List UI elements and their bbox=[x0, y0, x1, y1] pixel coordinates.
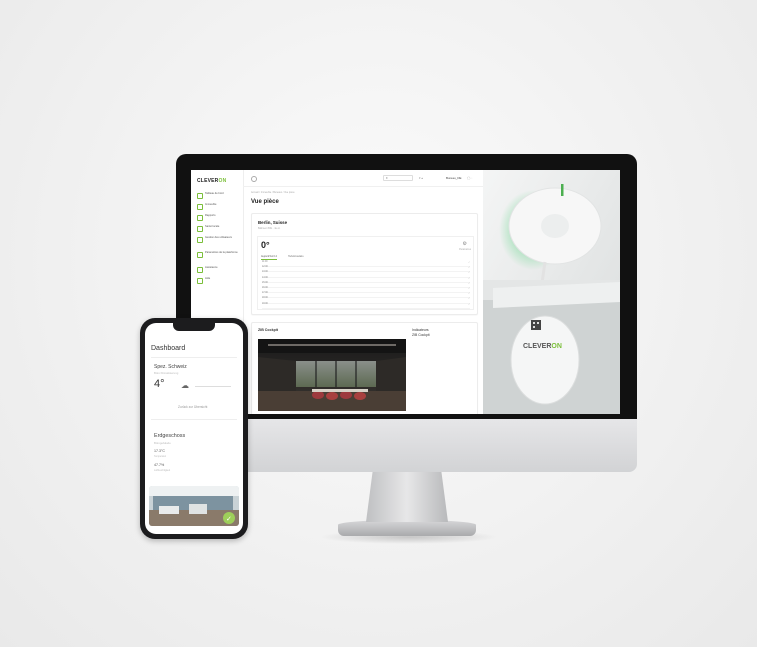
room-name: Berlin, Suisse bbox=[258, 220, 288, 225]
check-icon: ✓ bbox=[468, 262, 470, 264]
sidebar-item-label: Aide bbox=[205, 277, 211, 280]
time-label: 15:00 bbox=[262, 281, 268, 284]
indicators-title: Indicateurs bbox=[412, 328, 429, 332]
sidebar-item-settings[interactable]: Paramètres de la plateforme bbox=[197, 251, 241, 258]
svg-text:✓: ✓ bbox=[226, 516, 232, 523]
help-icon bbox=[197, 266, 203, 273]
phone-notch bbox=[173, 323, 215, 331]
chevron-down-icon[interactable]: ▾ ▴ bbox=[419, 176, 423, 180]
page-title: Vue pièce bbox=[251, 199, 279, 205]
breadcrumb[interactable]: Accueil / Immeuble / Bureaux / Vue pièce bbox=[251, 191, 295, 194]
divider bbox=[151, 419, 237, 420]
room-card: Berlin, Suisse Bâtiment BIG · 4e ét. 0° … bbox=[251, 213, 478, 315]
mobile-page-title: Dashboard bbox=[151, 345, 186, 352]
user-menu[interactable]: Bureau_DE bbox=[446, 176, 462, 180]
time-label: 19:00 bbox=[262, 302, 268, 305]
check-icon: ✓ bbox=[468, 293, 470, 296]
time-label: 14:00 bbox=[262, 276, 268, 279]
sidebar-item-health[interactable]: Santé locale bbox=[197, 225, 241, 232]
logo-main: CLEVER bbox=[197, 178, 219, 184]
gear-icon[interactable]: ⚙ bbox=[463, 241, 467, 247]
room-stats-panel: 0° ⚙ Paramètres Aujourd'hui 0.4 Hebdomad… bbox=[257, 236, 474, 310]
sidebar-item-label: Paramètres de la plateforme bbox=[205, 251, 238, 254]
check-icon: ✓ bbox=[468, 303, 470, 306]
sidebar-item-building[interactable]: Immeuble bbox=[197, 203, 241, 210]
info-icon bbox=[197, 277, 203, 284]
desktop-screen: CLEVERON Tableau de bord Immeuble Rappor… bbox=[191, 170, 620, 414]
product-scene: CLEVERON Tableau de bord Immeuble Rappor… bbox=[0, 0, 757, 647]
sidebar-item-help[interactable]: Aide bbox=[197, 277, 241, 284]
mobile-temp-label: Temperatur bbox=[154, 455, 167, 458]
time-label: 12:00 bbox=[262, 266, 268, 269]
building-icon bbox=[197, 203, 203, 210]
heart-icon bbox=[197, 225, 203, 232]
settings-label[interactable]: Paramètres bbox=[459, 249, 471, 251]
sidebar-item-dashboard[interactable]: Tableau de bord bbox=[197, 192, 241, 199]
sidebar-item-label: Rapports bbox=[205, 214, 216, 217]
app-logo[interactable]: CLEVERON bbox=[197, 178, 226, 184]
tab-weekly[interactable]: Hebdomadaire bbox=[288, 255, 304, 258]
sidebar-item-label: Tableau de bord bbox=[205, 192, 224, 195]
mobile-floor-subtitle: Bürogebäude bbox=[154, 441, 171, 445]
search-icon[interactable] bbox=[251, 176, 257, 182]
sidebar-item-users[interactable]: Gestion des utilisateurs bbox=[197, 236, 241, 243]
sidebar-item-label: Santé locale bbox=[205, 225, 220, 228]
mobile-room-photo[interactable]: ✓ bbox=[149, 486, 239, 526]
mobile-humidity-label: Luftfeuchtigkeit bbox=[154, 469, 171, 472]
room-photo[interactable] bbox=[258, 339, 406, 411]
check-icon: ✓ bbox=[468, 277, 470, 280]
bell-icon[interactable]: ◯ ◦ bbox=[467, 176, 472, 180]
check-icon: ✓ bbox=[468, 282, 470, 285]
sidebar-item-label: Gestion des utilisateurs bbox=[205, 236, 232, 239]
time-label: 17:00 bbox=[262, 292, 268, 295]
time-label: 13:00 bbox=[262, 271, 268, 274]
indicators-heading: Indicateurs ZIB Cockpit bbox=[412, 328, 430, 337]
cockpit-card: ZIB Cockpit Indicateurs ZIB Cockpit bbox=[251, 322, 478, 414]
sidebar-item-label: Immeuble bbox=[205, 203, 217, 206]
product-brand: CLEVERON bbox=[523, 343, 562, 350]
product-photo: CLEVERON bbox=[483, 170, 620, 414]
check-icon: ✓ bbox=[468, 267, 470, 270]
sidebar-item-reports[interactable]: Rapports bbox=[197, 214, 241, 221]
language-select[interactable]: fr bbox=[383, 175, 413, 181]
temperature-bar bbox=[195, 386, 231, 388]
monitor-stand bbox=[366, 472, 448, 522]
check-icon: ✓ bbox=[468, 272, 470, 275]
phone-screen: Dashboard Spez. Schweiz Büro Klimatisier… bbox=[145, 323, 243, 534]
mobile-humidity-value: 47.7% bbox=[154, 463, 165, 467]
cockpit-title: ZIB Cockpit bbox=[258, 328, 278, 332]
check-icon: ✓ bbox=[468, 288, 470, 290]
cloud-icon: ☁ bbox=[181, 381, 189, 390]
time-row[interactable]: 19:00 ✓ bbox=[262, 303, 470, 309]
mobile-room-name[interactable]: Spez. Schweiz bbox=[154, 364, 187, 370]
time-label: 16:00 bbox=[262, 287, 268, 289]
room-subtitle: Bâtiment BIG · 4e ét. bbox=[258, 227, 281, 230]
mobile-room-link[interactable]: Zurück zur Übersicht bbox=[178, 405, 207, 409]
tab-today[interactable]: Aujourd'hui 0.4 bbox=[261, 255, 277, 260]
mobile-temp-value: 17.3°C bbox=[154, 449, 166, 453]
grid-icon bbox=[197, 192, 203, 199]
sidebar-item-label: Assistance bbox=[205, 266, 218, 269]
settings-icon bbox=[197, 251, 203, 258]
mobile-room-subtitle: Büro Klimatisierung bbox=[154, 371, 179, 375]
document-icon bbox=[197, 214, 203, 221]
logo-accent: ON bbox=[218, 178, 227, 184]
users-icon bbox=[197, 236, 203, 243]
indicators-subtitle: ZIB Cockpit bbox=[412, 332, 430, 337]
mobile-floor-name[interactable]: Erdgeschoss bbox=[154, 433, 185, 439]
time-label: 18:00 bbox=[262, 297, 268, 300]
divider bbox=[151, 357, 237, 358]
mobile-temperature: 4° bbox=[154, 378, 165, 390]
temperature-value: 0° bbox=[261, 240, 270, 250]
check-icon: ✓ bbox=[468, 298, 470, 301]
monitor-foot bbox=[338, 520, 476, 536]
sidebar-item-assistance[interactable]: Assistance bbox=[197, 266, 241, 273]
time-label: 11:00 bbox=[262, 261, 268, 263]
